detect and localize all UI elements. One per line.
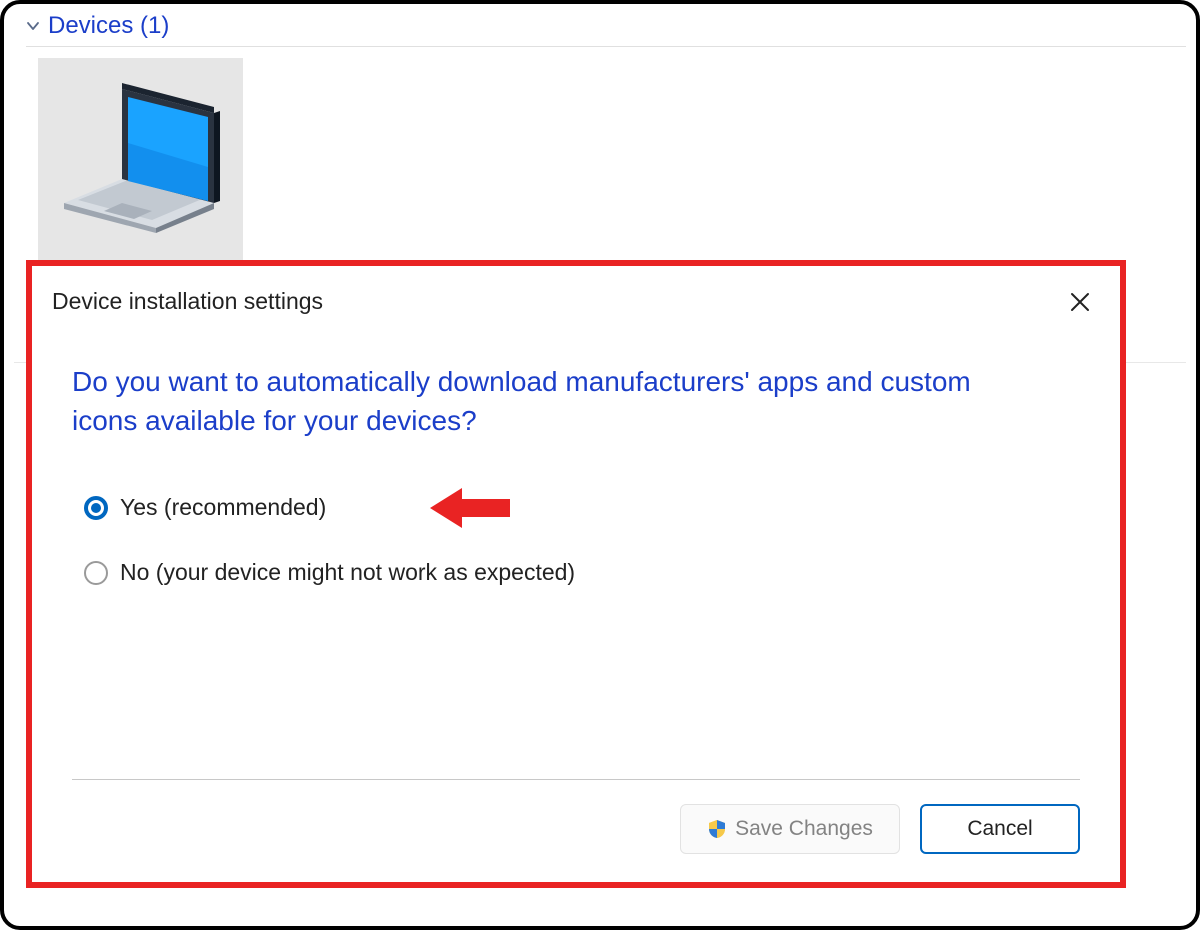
device-tile[interactable] (38, 58, 243, 263)
cancel-label: Cancel (967, 817, 1032, 841)
dialog-title: Device installation settings (52, 288, 323, 315)
radio-group: Yes (recommended) No (your device might … (32, 450, 1120, 586)
dialog-titlebar: Device installation settings (32, 266, 1120, 326)
chevron-down-icon (26, 19, 40, 33)
dialog-question: Do you want to automatically download ma… (32, 326, 1032, 450)
shield-icon (707, 819, 727, 839)
cancel-button[interactable]: Cancel (920, 804, 1080, 854)
save-changes-label: Save Changes (735, 817, 873, 841)
save-changes-button[interactable]: Save Changes (680, 804, 900, 854)
radio-option-yes[interactable]: Yes (recommended) (84, 494, 1080, 521)
radio-selected-icon (84, 496, 108, 520)
radio-option-no[interactable]: No (your device might not work as expect… (84, 559, 1080, 586)
devices-section-title: Devices (1) (48, 12, 169, 40)
radio-option-yes-label: Yes (recommended) (120, 494, 326, 521)
radio-unselected-icon (84, 561, 108, 585)
devices-section-header[interactable]: Devices (1) (26, 12, 1186, 47)
radio-option-no-label: No (your device might not work as expect… (120, 559, 575, 586)
close-button[interactable] (1066, 288, 1094, 316)
annotation-arrow-icon (430, 486, 510, 530)
laptop-icon (56, 83, 226, 238)
footer-divider (72, 779, 1080, 780)
device-installation-settings-dialog: Device installation settings Do you want… (26, 260, 1126, 888)
dialog-footer: Save Changes Cancel (72, 779, 1080, 854)
close-icon (1069, 291, 1091, 313)
